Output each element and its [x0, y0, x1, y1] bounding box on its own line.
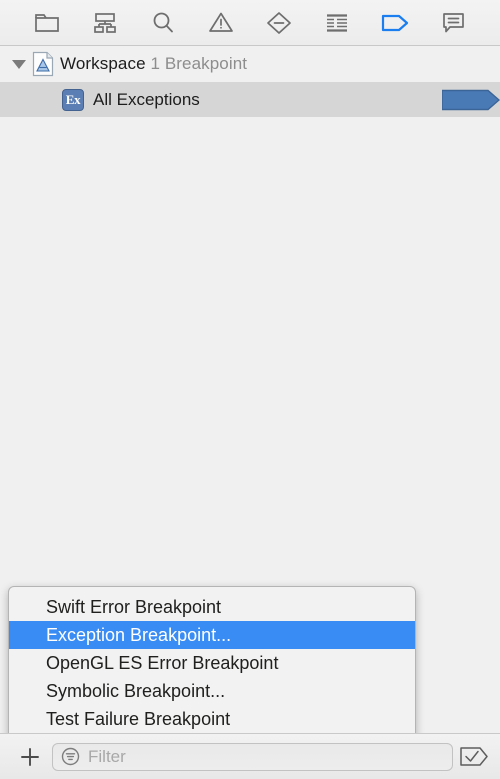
- add-breakpoint-popup-menu: Swift Error Breakpoint Exception Breakpo…: [8, 586, 416, 741]
- xcode-workspace-document-icon: [32, 51, 54, 77]
- report-speech-icon[interactable]: [433, 6, 473, 40]
- breakpoint-navigator-panel: Workspace 1 Breakpoint Ex All Exceptions…: [0, 0, 500, 779]
- navigator-toolbar: [0, 0, 500, 46]
- menu-item-opengl-es-error-breakpoint[interactable]: OpenGL ES Error Breakpoint: [9, 649, 415, 677]
- hierarchy-navigator-icon[interactable]: [85, 6, 125, 40]
- test-diamond-icon[interactable]: [259, 6, 299, 40]
- breakpoint-row-all-exceptions[interactable]: Ex All Exceptions: [0, 82, 500, 117]
- workspace-title: Workspace: [60, 54, 146, 73]
- filter-placeholder-text: Filter: [88, 746, 126, 766]
- menu-item-exception-breakpoint[interactable]: Exception Breakpoint...: [9, 621, 415, 649]
- workspace-row[interactable]: Workspace 1 Breakpoint: [0, 46, 500, 82]
- breakpoint-arrow-icon[interactable]: [375, 6, 415, 40]
- warning-triangle-icon[interactable]: [201, 6, 241, 40]
- breakpoint-outline-list: Workspace 1 Breakpoint Ex All Exceptions…: [0, 46, 500, 741]
- project-navigator-icon[interactable]: [27, 6, 67, 40]
- breakpoint-label: All Exceptions: [93, 89, 200, 109]
- navigator-bottom-bar: Filter: [0, 733, 500, 779]
- menu-item-label: Swift Error Breakpoint: [46, 596, 222, 617]
- disclosure-triangle-icon[interactable]: [8, 46, 30, 82]
- menu-item-label: OpenGL ES Error Breakpoint: [46, 652, 279, 673]
- breakpoint-check-icon: [460, 747, 488, 766]
- breakpoint-enabled-marker-icon[interactable]: [442, 89, 500, 111]
- filter-input[interactable]: Filter: [52, 742, 453, 771]
- menu-item-test-failure-breakpoint[interactable]: Test Failure Breakpoint: [9, 705, 415, 733]
- exception-breakpoint-icon: Ex: [62, 88, 84, 111]
- menu-item-label: Exception Breakpoint...: [46, 624, 232, 645]
- activate-breakpoints-button[interactable]: [457, 742, 491, 772]
- menu-item-swift-error-breakpoint[interactable]: Swift Error Breakpoint: [9, 593, 415, 621]
- filter-lines-circle-icon: [61, 747, 80, 766]
- workspace-breakpoint-count: 1 Breakpoint: [150, 54, 248, 73]
- add-breakpoint-button[interactable]: [14, 742, 46, 772]
- menu-item-label: Test Failure Breakpoint: [46, 708, 231, 729]
- debug-list-icon[interactable]: [317, 6, 357, 40]
- search-icon[interactable]: [143, 6, 183, 40]
- menu-item-symbolic-breakpoint[interactable]: Symbolic Breakpoint...: [9, 677, 415, 705]
- workspace-label: Workspace 1 Breakpoint: [60, 54, 247, 74]
- exception-icon-text: Ex: [65, 91, 81, 107]
- menu-item-label: Symbolic Breakpoint...: [46, 680, 226, 701]
